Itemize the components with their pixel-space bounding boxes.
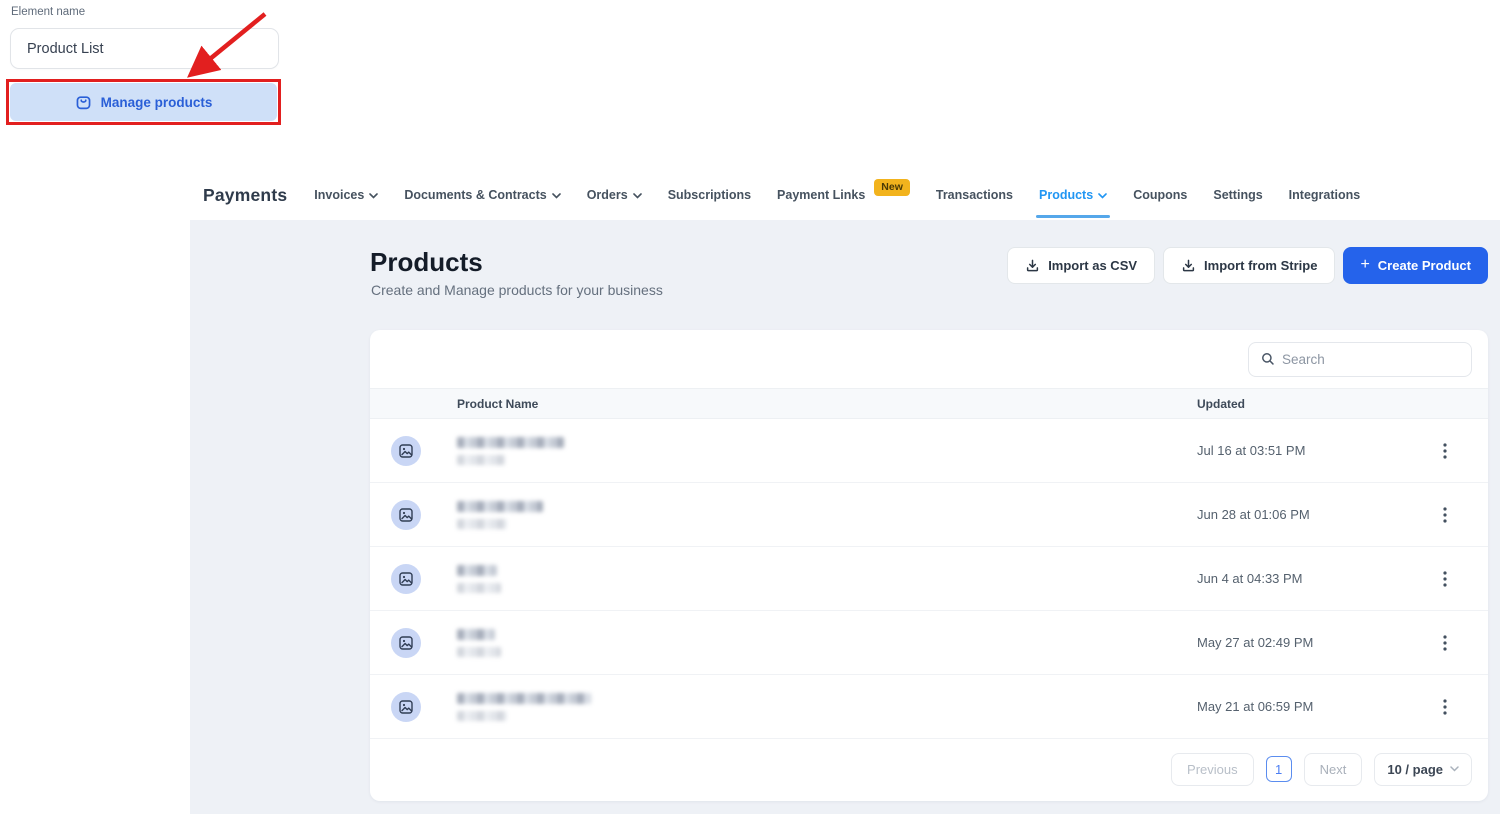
bag-icon (75, 94, 92, 111)
tab-invoices[interactable]: Invoices (314, 188, 378, 202)
row-menu-button[interactable] (1432, 438, 1458, 464)
product-avatar (391, 628, 421, 658)
page-actions: Import as CSV Import from Stripe + Creat… (1007, 247, 1488, 284)
new-badge: New (874, 179, 910, 196)
element-name-value: Product List (27, 41, 104, 57)
table-row[interactable]: May 21 at 06:59 PM (370, 675, 1488, 739)
tab-documents-contracts[interactable]: Documents & Contracts (404, 188, 560, 202)
element-name-input[interactable]: Product List (10, 28, 279, 69)
tab-transactions[interactable]: Transactions (936, 188, 1013, 202)
row-menu-button[interactable] (1432, 566, 1458, 592)
product-name-redacted (457, 629, 1197, 657)
tab-products[interactable]: Products (1039, 188, 1107, 202)
page-1-button[interactable]: 1 (1266, 756, 1292, 782)
column-product-name: Product Name (457, 397, 1197, 411)
import-stripe-button[interactable]: Import from Stripe (1163, 247, 1335, 284)
kebab-icon (1443, 443, 1447, 459)
tab-integrations[interactable]: Integrations (1289, 188, 1361, 202)
table-row[interactable]: Jul 16 at 03:51 PM (370, 419, 1488, 483)
chevron-down-icon (1098, 193, 1107, 199)
download-icon (1181, 258, 1196, 273)
manage-products-button[interactable]: Manage products (10, 83, 277, 121)
kebab-icon (1443, 699, 1447, 715)
product-name-redacted (457, 565, 1197, 593)
element-name-label: Element name (11, 6, 85, 18)
import-csv-button[interactable]: Import as CSV (1007, 247, 1155, 284)
updated-timestamp: May 27 at 02:49 PM (1197, 635, 1432, 650)
kebab-icon (1443, 635, 1447, 651)
updated-timestamp: Jun 28 at 01:06 PM (1197, 507, 1432, 522)
row-menu-button[interactable] (1432, 694, 1458, 720)
updated-timestamp: Jun 4 at 04:33 PM (1197, 571, 1432, 586)
tab-payment-links[interactable]: Payment Links New (777, 187, 910, 204)
page-size-select[interactable]: 10 / page (1374, 753, 1472, 786)
download-icon (1025, 258, 1040, 273)
manage-products-label: Manage products (101, 95, 213, 110)
chevron-down-icon (633, 193, 642, 199)
product-avatar (391, 436, 421, 466)
tab-orders[interactable]: Orders (587, 188, 642, 202)
image-icon (398, 571, 414, 587)
updated-timestamp: May 21 at 06:59 PM (1197, 699, 1432, 714)
chevron-down-icon (1450, 766, 1459, 772)
search-input[interactable] (1282, 352, 1459, 367)
pagination: Previous 1 Next 10 / page (370, 739, 1488, 799)
tab-settings[interactable]: Settings (1213, 188, 1262, 202)
kebab-icon (1443, 571, 1447, 587)
table-row[interactable]: May 27 at 02:49 PM (370, 611, 1488, 675)
product-name-redacted (457, 501, 1197, 529)
table-header: Product Name Updated (370, 388, 1488, 419)
products-table-card: Product Name Updated (370, 330, 1488, 801)
product-name-redacted (457, 437, 1197, 465)
updated-timestamp: Jul 16 at 03:51 PM (1197, 443, 1432, 458)
row-menu-button[interactable] (1432, 630, 1458, 656)
top-nav: Payments Invoices Documents & Contracts … (190, 170, 1500, 220)
product-avatar (391, 564, 421, 594)
page-subtitle: Create and Manage products for your busi… (371, 282, 663, 298)
page-title: Products (370, 247, 483, 278)
screenshot-root: Element name Product List Manage product… (0, 0, 1500, 814)
products-page: Products Create and Manage products for … (190, 220, 1500, 814)
product-avatar (391, 692, 421, 722)
chevron-down-icon (369, 193, 378, 199)
table-row[interactable]: Jun 4 at 04:33 PM (370, 547, 1488, 611)
next-page-button[interactable]: Next (1304, 753, 1363, 786)
previous-page-button[interactable]: Previous (1171, 753, 1254, 786)
tab-subscriptions[interactable]: Subscriptions (668, 188, 751, 202)
image-icon (398, 507, 414, 523)
search-icon (1261, 352, 1275, 366)
column-updated: Updated (1197, 397, 1432, 411)
tab-coupons[interactable]: Coupons (1133, 188, 1187, 202)
product-avatar (391, 500, 421, 530)
product-name-redacted (457, 693, 1197, 721)
nav-brand-payments: Payments (203, 185, 287, 206)
image-icon (398, 443, 414, 459)
table-toolbar (370, 330, 1488, 388)
image-icon (398, 699, 414, 715)
plus-icon: + (1360, 257, 1369, 273)
search-box[interactable] (1248, 342, 1472, 377)
row-menu-button[interactable] (1432, 502, 1458, 528)
table-row[interactable]: Jun 28 at 01:06 PM (370, 483, 1488, 547)
payments-app: Payments Invoices Documents & Contracts … (190, 170, 1500, 814)
chevron-down-icon (552, 193, 561, 199)
image-icon (398, 635, 414, 651)
kebab-icon (1443, 507, 1447, 523)
create-product-button[interactable]: + Create Product (1343, 247, 1488, 284)
